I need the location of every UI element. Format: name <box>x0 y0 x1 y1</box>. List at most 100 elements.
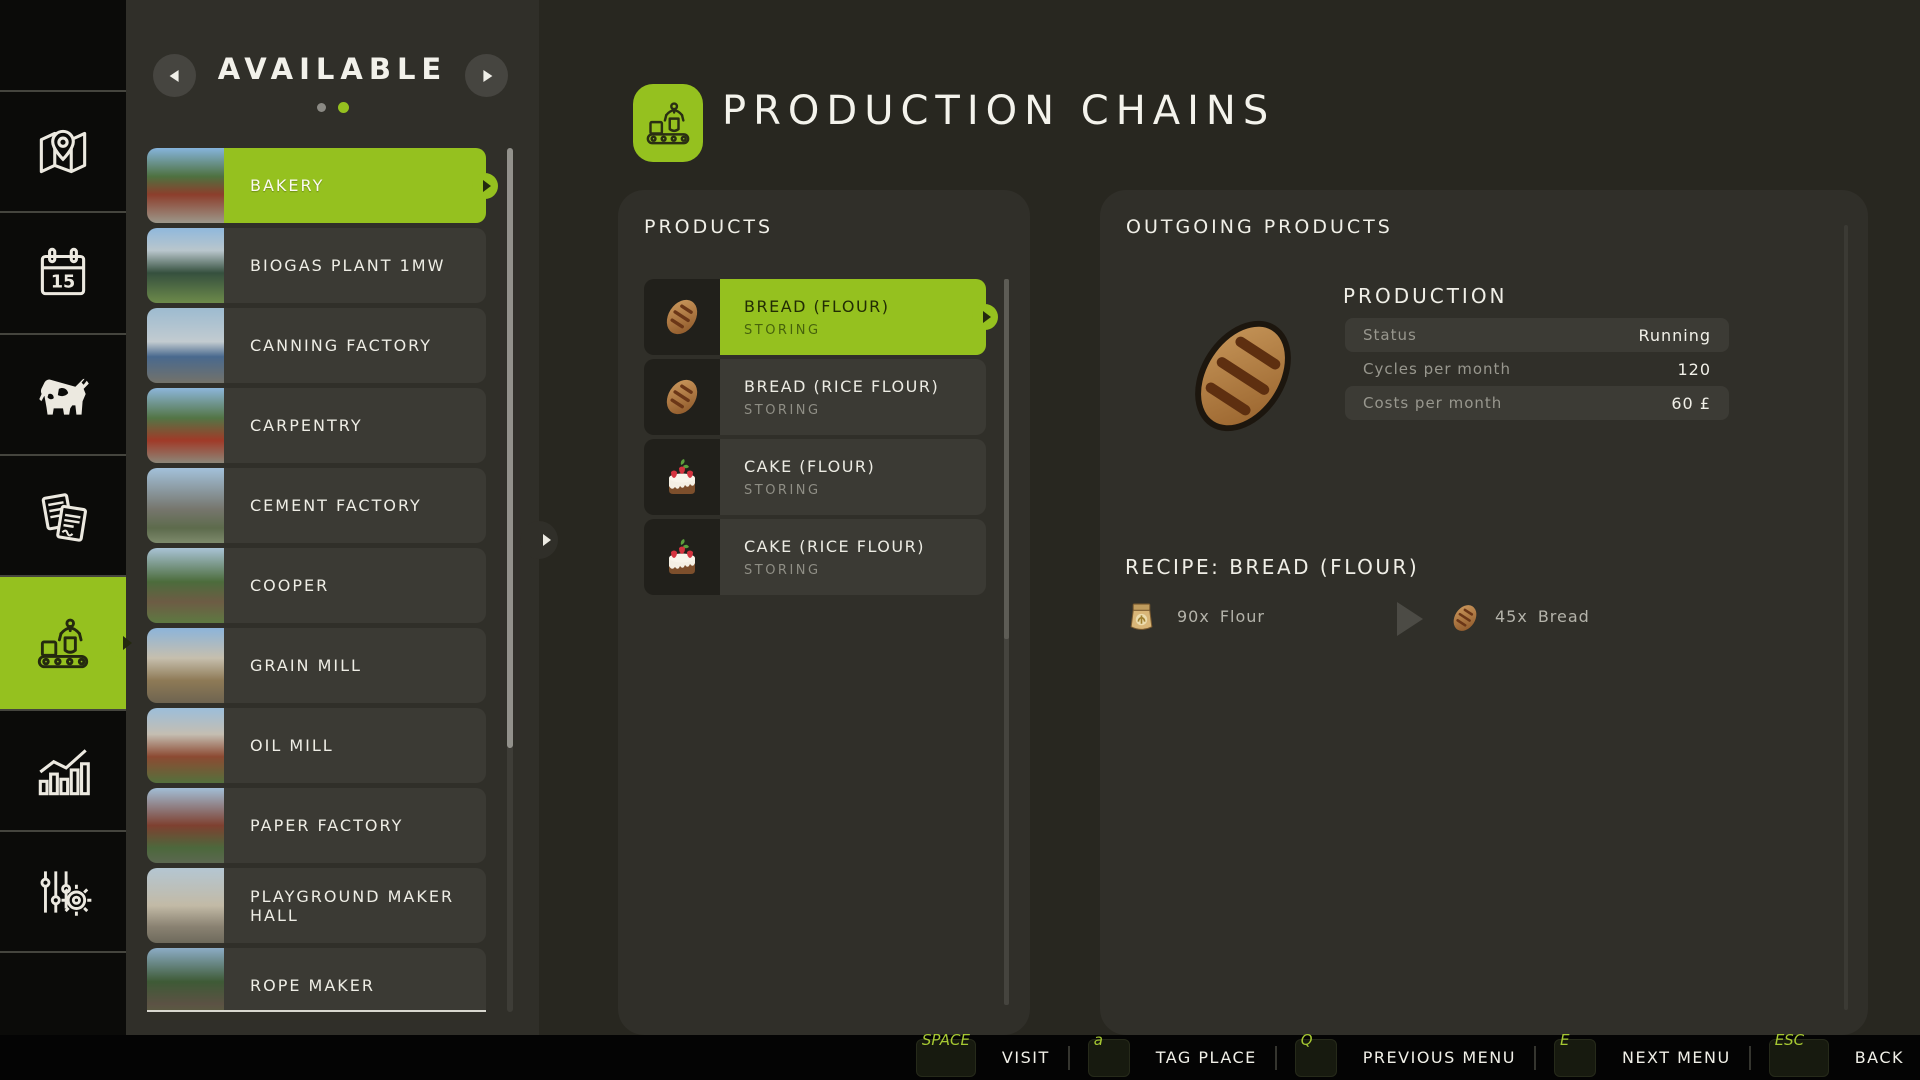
row-value: Running <box>1638 325 1711 345</box>
production-table: Status Running Cycles per month 120 Cost… <box>1345 318 1729 420</box>
recipe-input-qty: 90x <box>1177 607 1210 626</box>
outgoing-panel-title: OUTGOING PRODUCTS <box>1126 216 1393 238</box>
hint-action-visit: VISIT <box>1001 1048 1050 1067</box>
production-icon <box>37 618 89 669</box>
building-item-canning-factory[interactable]: CANNING FACTORY <box>147 308 486 383</box>
building-label: PLAYGROUND MAKER HALL <box>250 886 455 925</box>
sidebar-item-production[interactable] <box>0 575 126 709</box>
bread-hero-image <box>1170 294 1316 462</box>
building-item-oil-mill[interactable]: OIL MILL <box>147 708 486 783</box>
calendar-day-label: 15 <box>51 272 75 292</box>
panel-expand-button[interactable] <box>520 521 558 559</box>
hint-next-menu[interactable]: E NEXT MENU <box>1553 1031 1731 1077</box>
list-divider <box>147 1010 486 1012</box>
product-label: BREAD (RICE FLOUR) <box>744 376 940 396</box>
key-q: Q <box>1294 1031 1337 1077</box>
key-label: SPACE <box>921 1030 970 1049</box>
hint-separator <box>1274 1045 1277 1070</box>
settings-icon <box>40 870 92 916</box>
production-section-title: PRODUCTION <box>1343 284 1508 308</box>
hint-visit[interactable]: SPACE VISIT <box>915 1031 1050 1077</box>
hint-separator <box>1067 1045 1070 1070</box>
hint-tag-place[interactable]: a TAG PLACE <box>1087 1031 1257 1077</box>
scrollbar-thumb[interactable] <box>507 148 513 748</box>
row-label: Costs per month <box>1363 394 1503 412</box>
bread-icon <box>644 279 720 355</box>
products-scrollbar[interactable] <box>1004 279 1009 1005</box>
key-esc: ESC <box>1768 1031 1829 1077</box>
building-item-bakery[interactable]: BAKERY <box>147 148 486 223</box>
recipe-output-qty: 45x <box>1495 607 1528 626</box>
building-label: GRAIN MILL <box>250 656 362 675</box>
product-status: STORING <box>744 402 821 418</box>
hint-action-back: BACK <box>1854 1048 1904 1067</box>
sidebar-item-statistics[interactable] <box>0 709 126 830</box>
outgoing-scrollbar[interactable] <box>1844 225 1848 1010</box>
bread-icon <box>1447 600 1483 640</box>
product-item-bread-flour[interactable]: BREAD (FLOUR) STORING <box>644 279 986 355</box>
products-panel-title: PRODUCTS <box>644 216 774 238</box>
contracts-icon <box>41 492 87 542</box>
building-item-playground-maker-hall[interactable]: PLAYGROUND MAKER HALL <box>147 868 486 943</box>
game-screen: 15 AVAILABLE BAKERY BIOGAS PLANT 1MW CAN… <box>0 0 1920 1080</box>
key-label: ESC <box>1774 1030 1805 1049</box>
cow-icon <box>39 376 89 415</box>
sidebar-item-map[interactable] <box>0 90 126 211</box>
building-label: BAKERY <box>250 176 325 195</box>
building-item-cooper[interactable]: COOPER <box>147 548 486 623</box>
scrollbar-thumb[interactable] <box>1004 279 1009 639</box>
building-thumbnail <box>147 788 224 863</box>
arrow-right-icon <box>482 69 492 82</box>
recipe-row: 90x Flour 45x Bread <box>1125 598 1825 640</box>
product-item-cake-flour[interactable]: CAKE (FLOUR) STORING <box>644 439 986 515</box>
page-next-button[interactable] <box>465 54 508 97</box>
hint-previous-menu[interactable]: Q PREVIOUS MENU <box>1294 1031 1516 1077</box>
sidebar-item-contracts[interactable] <box>0 454 126 575</box>
table-row-cycles: Cycles per month 120 <box>1345 352 1729 386</box>
product-label: BREAD (FLOUR) <box>744 296 890 316</box>
sidebar: 15 <box>0 0 126 1080</box>
sidebar-item-settings[interactable] <box>0 830 126 951</box>
product-label: CAKE (FLOUR) <box>744 456 876 476</box>
product-status: STORING <box>744 322 821 338</box>
building-label: ROPE MAKER <box>250 976 376 995</box>
sidebar-item-calendar[interactable]: 15 <box>0 211 126 333</box>
key-e: E <box>1553 1031 1596 1077</box>
building-label: COOPER <box>250 576 330 595</box>
production-chains-icon <box>646 102 690 145</box>
building-thumbnail <box>147 468 224 543</box>
building-list: BAKERY BIOGAS PLANT 1MW CANNING FACTORY … <box>147 148 507 1012</box>
building-item-rope-maker[interactable]: ROPE MAKER <box>147 948 486 1012</box>
bread-icon <box>644 359 720 435</box>
building-item-cement-factory[interactable]: CEMENT FACTORY <box>147 468 486 543</box>
statistics-icon <box>38 748 90 795</box>
product-item-bread-rice-flour[interactable]: BREAD (RICE FLOUR) STORING <box>644 359 986 435</box>
building-label: CEMENT FACTORY <box>250 496 422 515</box>
building-item-biogas-plant[interactable]: BIOGAS PLANT 1MW <box>147 228 486 303</box>
building-label: CANNING FACTORY <box>250 336 433 355</box>
building-item-grain-mill[interactable]: GRAIN MILL <box>147 628 486 703</box>
building-thumbnail <box>147 388 224 463</box>
pagination-dots <box>126 102 539 113</box>
product-item-cake-rice-flour[interactable]: CAKE (RICE FLOUR) STORING <box>644 519 986 595</box>
bottom-hint-bar: SPACE VISIT a TAG PLACE Q PREVIOUS MENU … <box>0 1031 1920 1080</box>
key-label: Q <box>1300 1030 1313 1049</box>
hint-back[interactable]: ESC BACK <box>1768 1031 1904 1077</box>
building-list-scrollbar[interactable] <box>507 148 513 1012</box>
building-label: CARPENTRY <box>250 416 363 435</box>
recipe-arrow-icon <box>1397 602 1425 640</box>
recipe-output: 45x Bread <box>1495 607 1600 626</box>
row-label: Status <box>1363 326 1417 344</box>
map-icon <box>39 129 87 173</box>
products-panel: PRODUCTS BREAD (FLOUR) STORING BREAD (RI… <box>618 190 1030 1035</box>
sidebar-item-animals[interactable] <box>0 333 126 454</box>
building-item-carpentry[interactable]: CARPENTRY <box>147 388 486 463</box>
key-a: a <box>1087 1031 1130 1077</box>
building-label: BIOGAS PLANT 1MW <box>250 256 446 275</box>
hint-separator <box>1533 1045 1536 1070</box>
product-status: STORING <box>744 482 821 498</box>
building-item-paper-factory[interactable]: PAPER FACTORY <box>147 788 486 863</box>
building-thumbnail <box>147 868 224 943</box>
building-thumbnail <box>147 148 224 223</box>
